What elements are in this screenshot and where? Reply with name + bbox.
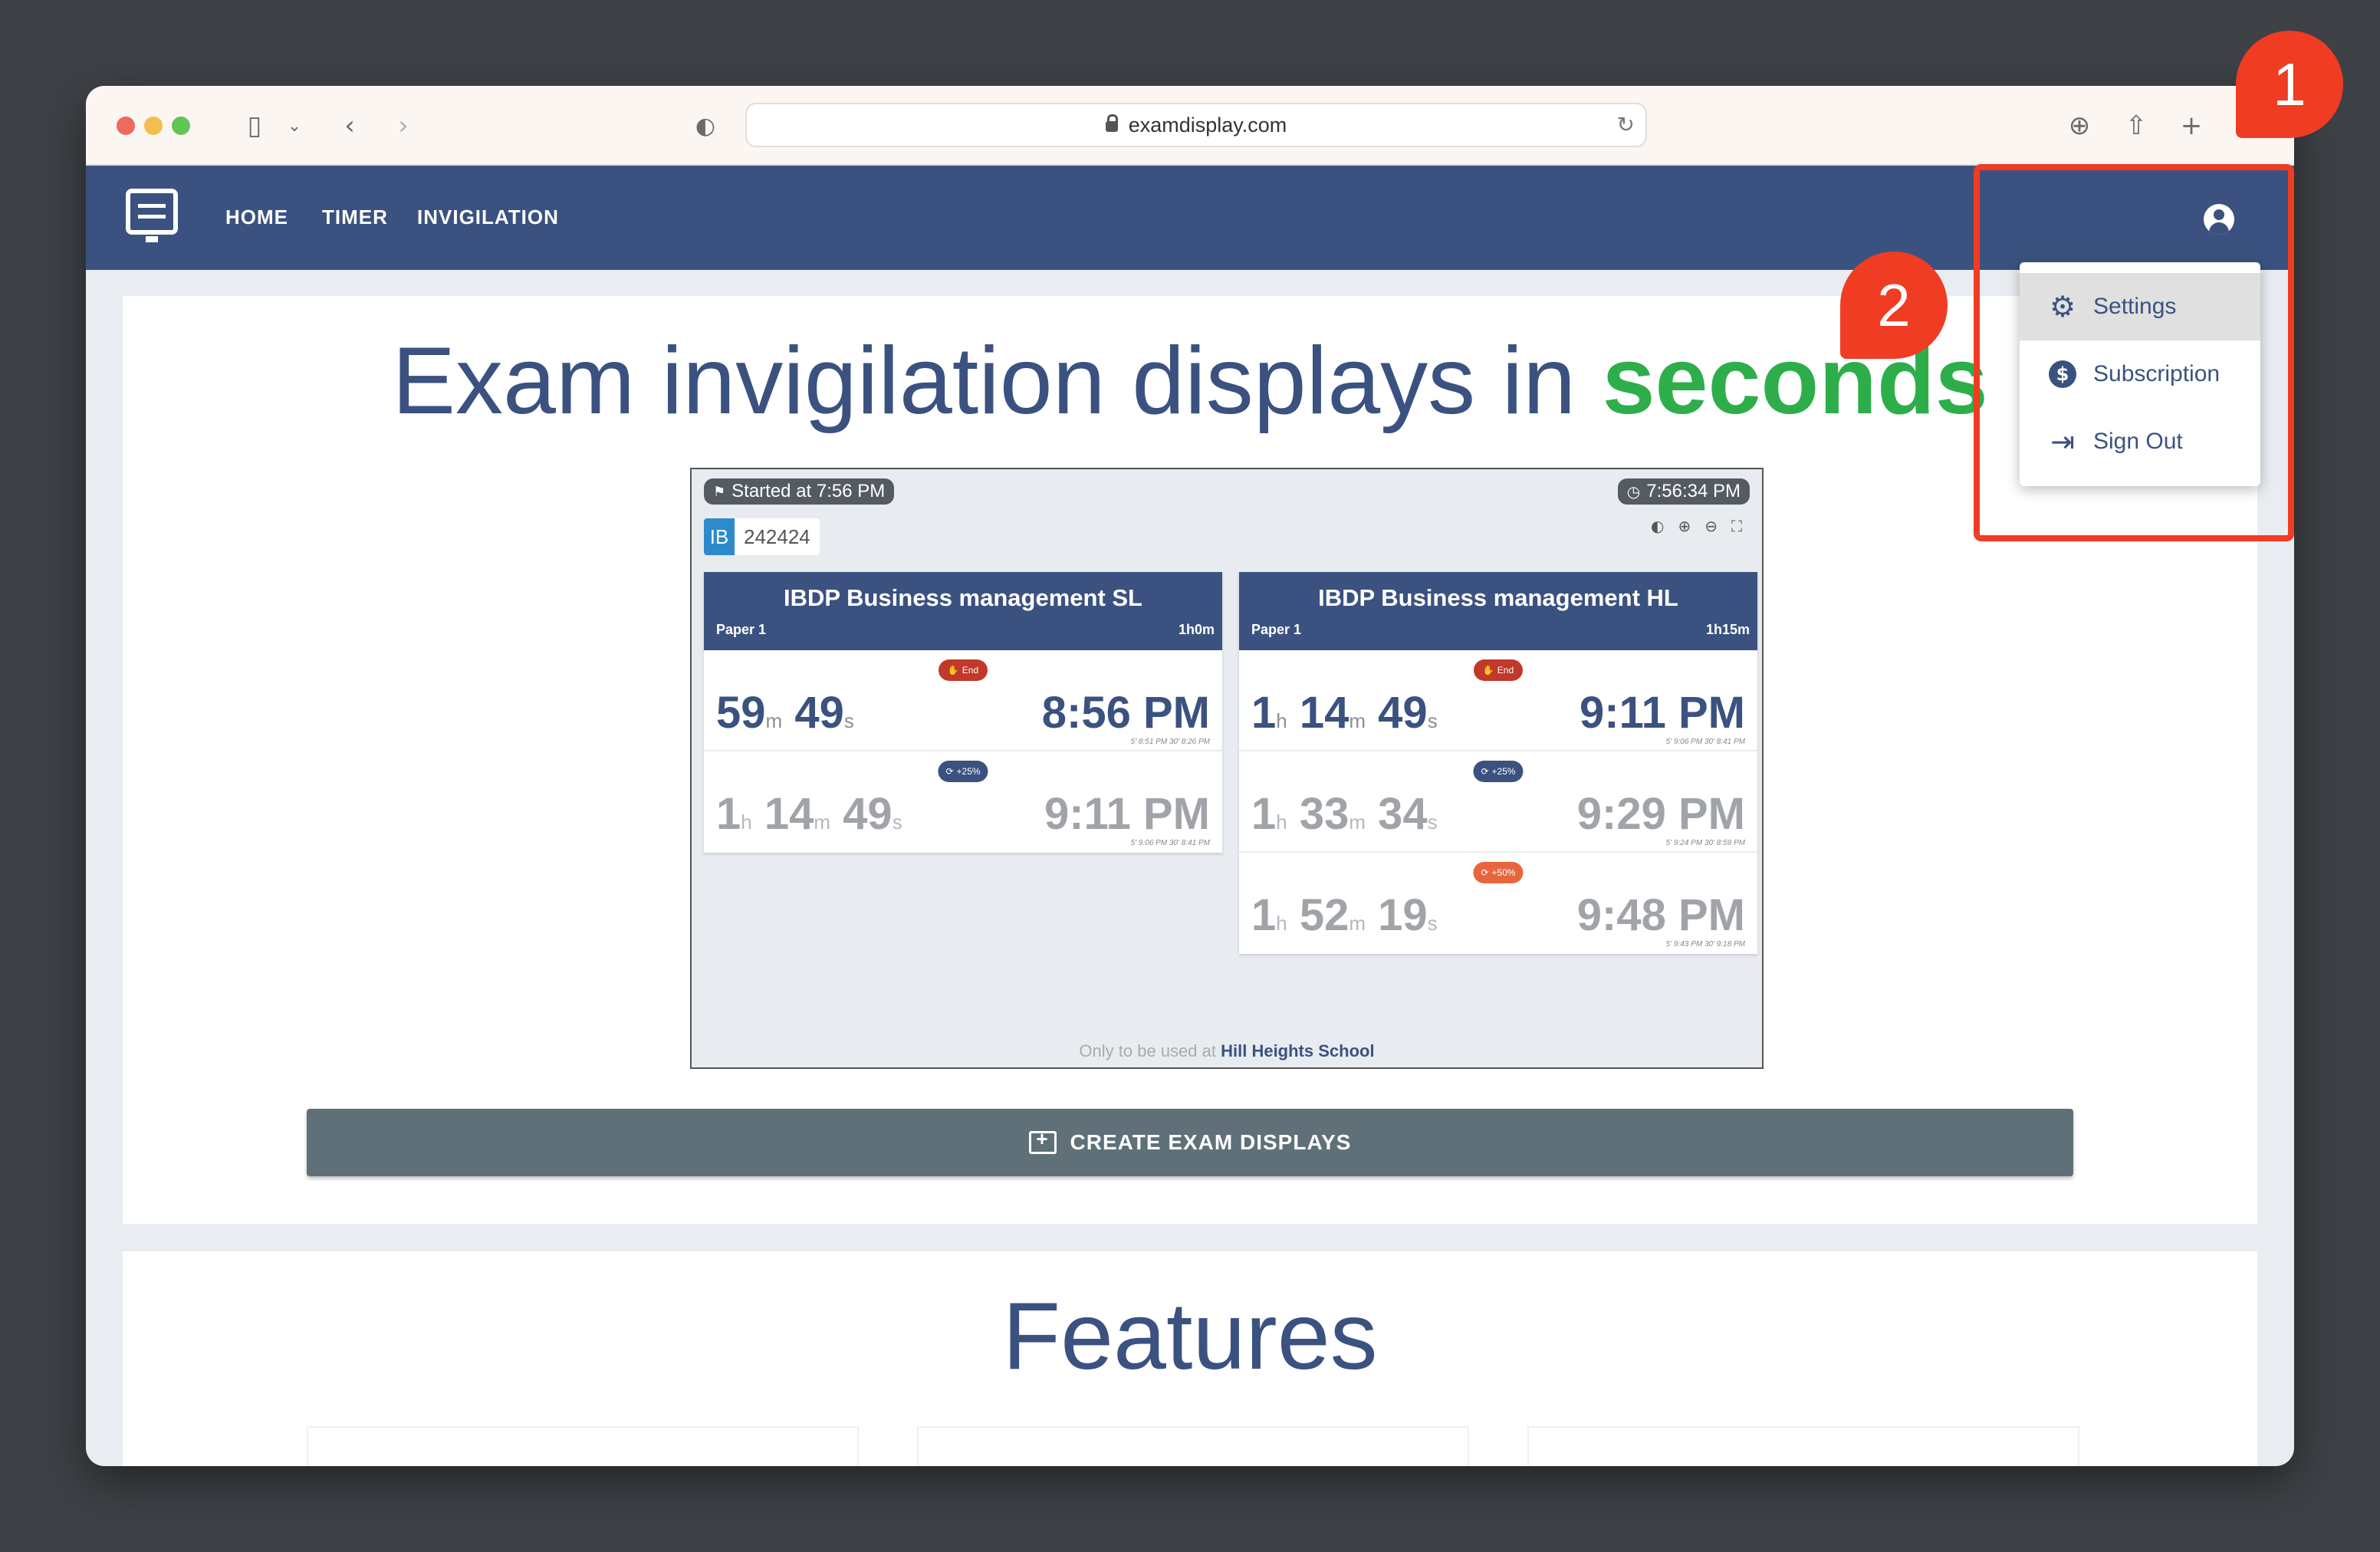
end-tag: ✋ End — [1474, 659, 1523, 681]
browser-toolbar: ▯ ⌄ ‹ › ◐ examdisplay.com ↻ ⊕ ⇧ + — [86, 86, 2294, 166]
exam-code: IB 242424 — [704, 518, 820, 555]
back-icon[interactable]: ‹ — [330, 106, 370, 146]
exam-duration: 1h15m — [1705, 622, 1750, 637]
extra-time-tag: ⟳ +50% — [1473, 862, 1524, 883]
warning-times: 5' 9:24 PM 30' 8:59 PM — [1665, 839, 1745, 847]
zoom-in-icon[interactable]: ⊕ — [1678, 517, 1691, 535]
exam-paper: Paper 1 — [1251, 622, 1302, 637]
end-time: 9:48 PM — [1576, 890, 1745, 940]
reload-icon[interactable]: ↻ — [1617, 112, 1635, 137]
feature-card — [917, 1426, 1469, 1466]
fullscreen-icon[interactable]: ⛶ — [1731, 517, 1742, 535]
clock-icon: ◷ — [1626, 482, 1641, 501]
preview-footer: Only to be used at Hill Heights School — [1079, 1041, 1375, 1060]
chevron-down-icon[interactable]: ⌄ — [274, 106, 314, 146]
remaining-time: 1h 52m 19s — [1251, 890, 1438, 940]
cta-label: CREATE EXAM DISPLAYS — [1070, 1130, 1352, 1154]
feature-card — [1527, 1426, 2079, 1466]
feature-card — [307, 1426, 859, 1466]
hero-title-main: Exam invigilation displays in — [392, 328, 1576, 434]
end-time: 9:29 PM — [1576, 789, 1745, 839]
new-tab-icon[interactable]: + — [2171, 106, 2211, 146]
warning-times: 5' 8:51 PM 30' 8:26 PM — [1130, 738, 1210, 746]
remaining-time: 1h 14m 49s — [716, 789, 902, 839]
started-text: Started at 7:56 PM — [731, 481, 886, 501]
exam-card-header: IBDP Business management HL Paper 1 1h15… — [1239, 572, 1757, 650]
end-time: 8:56 PM — [1041, 688, 1210, 738]
remaining-time: 1h 33m 34s — [1251, 789, 1438, 839]
timer-row: ✋ End 59m 49s 8:56 PM 5' 8:51 PM 30' 8:26… — [704, 650, 1222, 751]
lock-icon — [1105, 114, 1118, 132]
browser-window: ▯ ⌄ ‹ › ◐ examdisplay.com ↻ ⊕ ⇧ + HOME T… — [86, 86, 2294, 1466]
add-display-icon — [1028, 1127, 1057, 1154]
warning-times: 5' 9:06 PM 30' 8:41 PM — [1665, 738, 1745, 746]
timer-icon: ⟳ — [1481, 867, 1489, 878]
exam-card-header: IBDP Business management SL Paper 1 1h0m — [704, 572, 1222, 650]
flag-icon: ⚑ — [713, 483, 726, 500]
exam-code-text: 242424 — [744, 524, 810, 548]
zoom-window-button[interactable] — [172, 117, 190, 135]
hand-icon: ✋ — [1482, 665, 1494, 676]
timer-icon: ⟳ — [1481, 766, 1489, 777]
started-pill: ⚑ Started at 7:56 PM — [704, 478, 895, 505]
exam-duration: 1h0m — [1178, 622, 1215, 637]
timer-row: ⟳ +50% 1h 52m 19s 9:48 PM 5' 9:43 PM 30' … — [1239, 853, 1757, 954]
create-exam-displays-button[interactable]: CREATE EXAM DISPLAYS — [307, 1109, 2073, 1176]
remaining-time: 1h 14m 49s — [1251, 688, 1438, 738]
exam-title: IBDP Business management HL — [1318, 584, 1678, 611]
end-tag: ✋ End — [939, 659, 988, 681]
address-bar[interactable]: examdisplay.com ↻ — [745, 103, 1647, 147]
share-icon[interactable]: ⇧ — [2116, 106, 2156, 146]
extra-time-tag: ⟳ +25% — [1473, 761, 1524, 782]
nav-timer[interactable]: TIMER — [322, 206, 388, 229]
end-time: 9:11 PM — [1580, 688, 1745, 738]
exam-paper: Paper 1 — [716, 622, 767, 637]
app-navbar: HOME TIMER INVIGILATION — [86, 166, 2294, 270]
contrast-icon[interactable]: ◐ — [1651, 517, 1664, 535]
preview-tools: ◐ ⊕ ⊖ ⛶ — [1651, 517, 1742, 535]
highlight-box — [1974, 164, 2294, 541]
warning-times: 5' 9:43 PM 30' 9:18 PM — [1665, 940, 1745, 949]
extra-time-tag: ⟳ +25% — [938, 761, 988, 782]
forward-icon[interactable]: › — [383, 106, 423, 146]
callout-2: 2 — [1840, 252, 1948, 359]
timer-row: ✋ End 1h 14m 49s 9:11 PM 5' 9:06 PM 30' 8… — [1239, 650, 1757, 751]
hero-title: Exam invigilation displays in seconds — [123, 327, 2257, 436]
sidebar-toggle-icon[interactable]: ▯ — [235, 106, 274, 146]
shield-icon[interactable]: ◐ — [685, 106, 725, 146]
exam-title: IBDP Business management SL — [783, 584, 1142, 611]
timer-row: ⟳ +25% 1h 33m 34s 9:29 PM 5' 9:24 PM 30' … — [1239, 751, 1757, 853]
timer-icon: ⟳ — [945, 766, 954, 777]
end-time: 9:11 PM — [1044, 789, 1210, 839]
hero-section: Exam invigilation displays in seconds ⚑ … — [123, 296, 2257, 1224]
ib-badge: IB — [704, 518, 735, 555]
callout-1: 1 — [2236, 31, 2343, 138]
logo-icon[interactable] — [126, 189, 178, 242]
exam-card-hl: IBDP Business management HL Paper 1 1h15… — [1239, 572, 1757, 954]
features-section: Features — [123, 1251, 2257, 1466]
zoom-out-icon[interactable]: ⊖ — [1704, 517, 1718, 535]
school-name: Hill Heights School — [1221, 1041, 1375, 1060]
clock-pill: ◷ 7:56:34 PM — [1617, 478, 1750, 505]
clock-text: 7:56:34 PM — [1646, 481, 1741, 501]
nav-home[interactable]: HOME — [225, 206, 288, 229]
url-text: examdisplay.com — [1128, 113, 1287, 136]
display-preview: ⚑ Started at 7:56 PM ◷ 7:56:34 PM IB 242… — [690, 468, 1764, 1069]
exam-card-sl: IBDP Business management SL Paper 1 1h0m… — [704, 572, 1222, 853]
close-window-button[interactable] — [117, 117, 135, 135]
timer-row: ⟳ +25% 1h 14m 49s 9:11 PM 5' 9:06 PM 30' … — [704, 751, 1222, 853]
minimize-window-button[interactable] — [144, 117, 163, 135]
download-icon[interactable]: ⊕ — [2059, 106, 2099, 146]
remaining-time: 59m 49s — [716, 688, 854, 738]
nav-invigilation[interactable]: INVIGILATION — [417, 206, 559, 229]
features-title: Features — [1002, 1284, 1378, 1389]
hand-icon: ✋ — [947, 665, 959, 676]
warning-times: 5' 9:06 PM 30' 8:41 PM — [1130, 839, 1210, 847]
